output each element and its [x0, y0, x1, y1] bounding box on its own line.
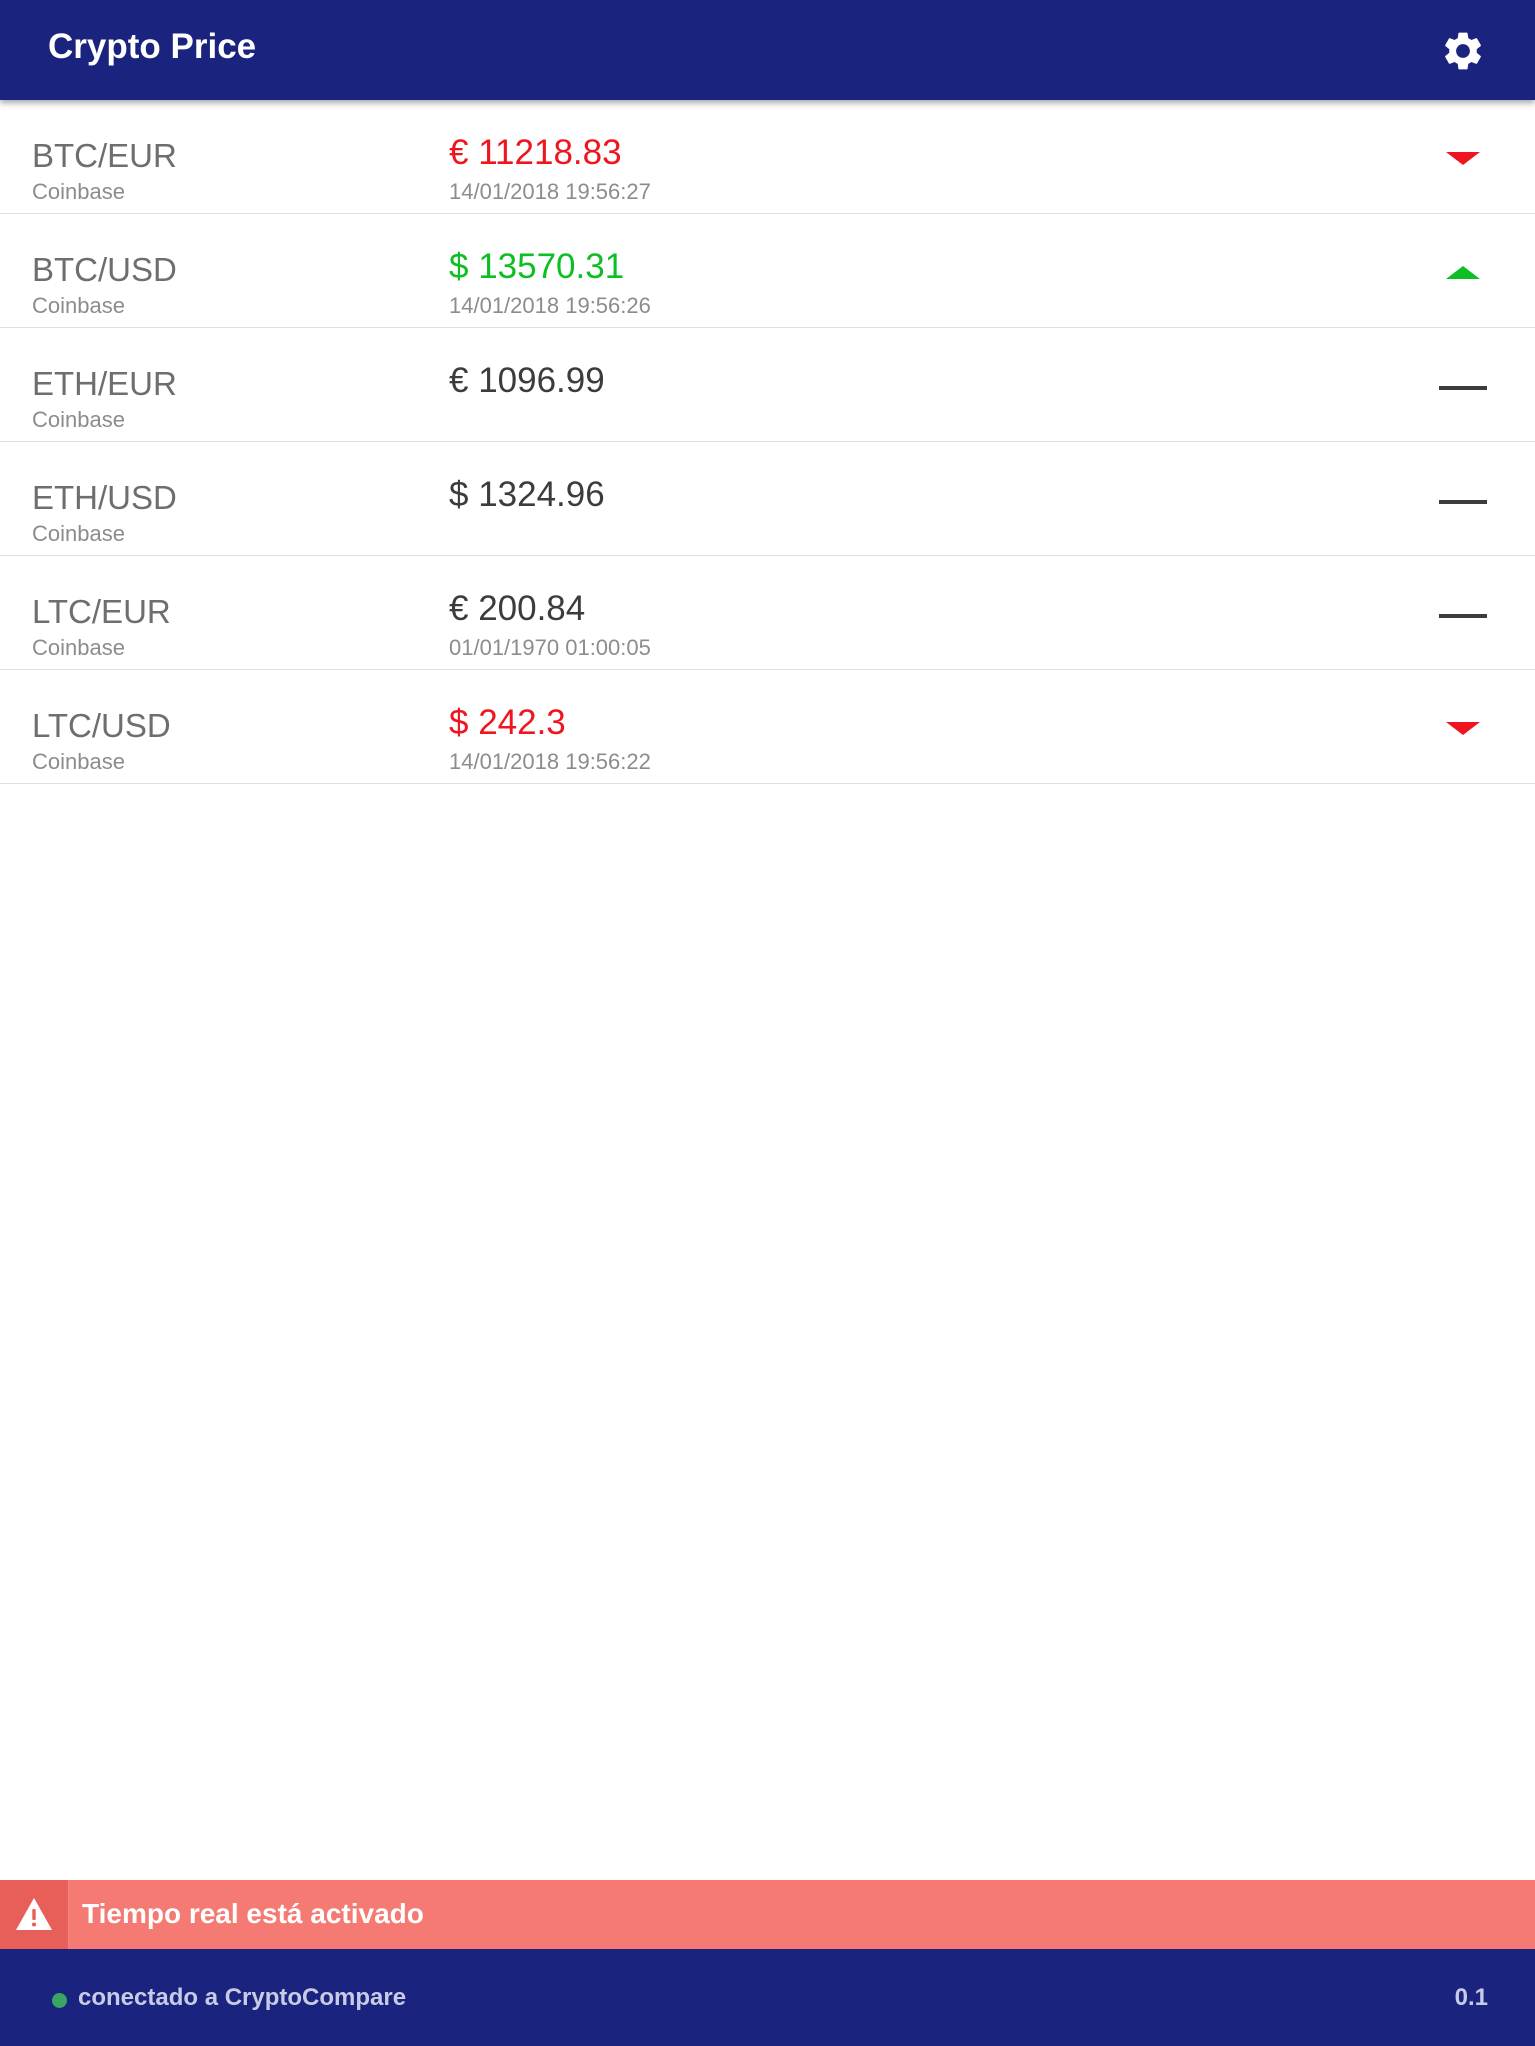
arrow-down-icon	[1438, 146, 1488, 170]
price-value: $ 13570.31	[449, 247, 625, 286]
connection-status: conectado a CryptoCompare	[78, 1984, 407, 2011]
price-row[interactable]: BTC/USD Coinbase $ 13570.31 14/01/2018 1…	[0, 214, 1535, 328]
app-title: Crypto Price	[48, 27, 257, 66]
arrow-down-icon	[1438, 716, 1488, 740]
price-timestamp: 14/01/2018 19:56:22	[449, 749, 651, 774]
price-row[interactable]: ETH/EUR Coinbase € 1096.99	[0, 328, 1535, 442]
exchange-label: Coinbase	[32, 407, 125, 432]
app-root: Crypto Price BTC/EUR Coinbase € 11218.83…	[0, 0, 1535, 2046]
alert-message: Tiempo real está activado	[82, 1898, 424, 1929]
exchange-label: Coinbase	[32, 521, 125, 546]
price-value: $ 1324.96	[449, 475, 605, 514]
connection-dot-icon	[52, 1993, 67, 2008]
price-value: € 200.84	[449, 589, 586, 628]
price-value: € 1096.99	[449, 361, 605, 400]
status-bar: conectado a CryptoCompare 0.1	[0, 1949, 1535, 2046]
price-value: $ 242.3	[449, 703, 566, 742]
settings-button[interactable]	[1440, 28, 1486, 74]
pair-label: ETH/USD	[32, 479, 177, 516]
pair-label: BTC/EUR	[32, 137, 177, 174]
exchange-label: Coinbase	[32, 179, 125, 204]
realtime-alert-bar: Tiempo real está activado	[0, 1880, 1535, 1949]
dash-icon	[1438, 488, 1488, 512]
price-row[interactable]: BTC/EUR Coinbase € 11218.83 14/01/2018 1…	[0, 100, 1535, 214]
gear-icon	[1445, 32, 1481, 70]
price-row[interactable]: ETH/USD Coinbase $ 1324.96	[0, 442, 1535, 556]
exchange-label: Coinbase	[32, 293, 125, 318]
dash-icon	[1438, 374, 1488, 398]
price-row[interactable]: LTC/EUR Coinbase € 200.84 01/01/1970 01:…	[0, 556, 1535, 670]
price-timestamp: 14/01/2018 19:56:27	[449, 179, 651, 204]
price-value: € 11218.83	[449, 133, 622, 172]
pair-label: BTC/USD	[32, 251, 177, 288]
app-header: Crypto Price	[0, 0, 1535, 100]
dash-icon	[1438, 602, 1488, 626]
price-timestamp: 14/01/2018 19:56:26	[449, 293, 651, 318]
exchange-label: Coinbase	[32, 749, 125, 774]
pair-label: ETH/EUR	[32, 365, 177, 402]
pair-label: LTC/USD	[32, 707, 171, 744]
alert-icon-container	[0, 1880, 69, 1949]
arrow-up-icon	[1438, 260, 1488, 284]
warning-icon	[16, 1898, 52, 1930]
price-list: BTC/EUR Coinbase € 11218.83 14/01/2018 1…	[0, 100, 1535, 784]
exchange-label: Coinbase	[32, 635, 125, 660]
pair-label: LTC/EUR	[32, 593, 171, 630]
app-version: 0.1	[1454, 1984, 1488, 2011]
price-timestamp: 01/01/1970 01:00:05	[449, 635, 651, 660]
price-row[interactable]: LTC/USD Coinbase $ 242.3 14/01/2018 19:5…	[0, 670, 1535, 784]
